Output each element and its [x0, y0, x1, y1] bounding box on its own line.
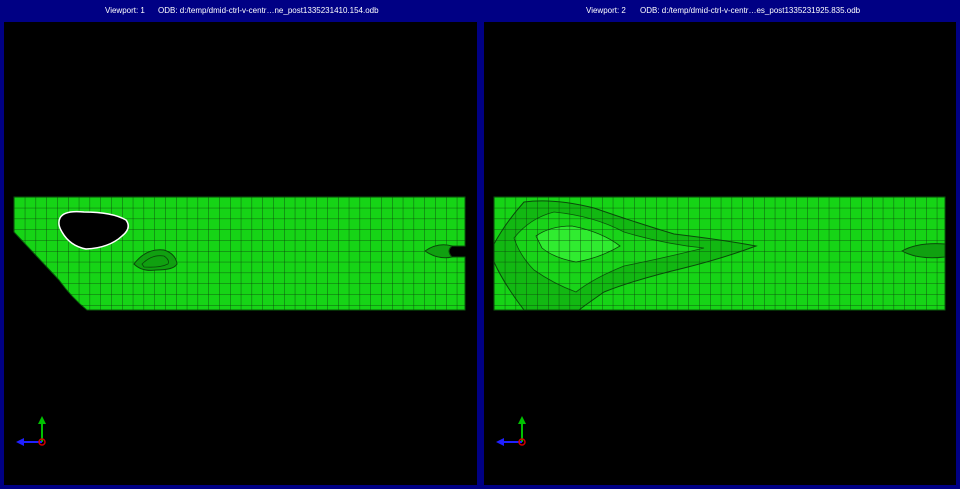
- viewport-1-canvas[interactable]: [4, 22, 477, 485]
- abaqus-viewport-window: Viewport: 1 ODB: d:/temp/dmid-ctrl-v-cen…: [0, 0, 960, 489]
- viewport-2-model-view: [493, 196, 946, 446]
- viewport-2-odb-path: ODB: d:/temp/dmid-ctrl-v-centr…es_post13…: [640, 6, 861, 15]
- viewport-1-model-view: [13, 196, 466, 446]
- viewport-1[interactable]: Viewport: 1 ODB: d:/temp/dmid-ctrl-v-cen…: [0, 0, 480, 489]
- viewport-1-name: Viewport: 1: [105, 6, 145, 15]
- viewport-2-title-bar: Viewport: 2 ODB: d:/temp/dmid-ctrl-v-cen…: [480, 5, 960, 17]
- viewport-2[interactable]: Viewport: 2 ODB: d:/temp/dmid-ctrl-v-cen…: [480, 0, 960, 489]
- viewport-1-title-bar: Viewport: 1 ODB: d:/temp/dmid-ctrl-v-cen…: [0, 5, 480, 17]
- viewport-2-canvas[interactable]: [484, 22, 956, 485]
- triad-axes-icon: [16, 416, 46, 446]
- triad-axes-icon: [496, 416, 526, 446]
- viewport-2-name: Viewport: 2: [586, 6, 626, 15]
- viewport-1-odb-path: ODB: d:/temp/dmid-ctrl-v-centr…ne_post13…: [158, 6, 379, 15]
